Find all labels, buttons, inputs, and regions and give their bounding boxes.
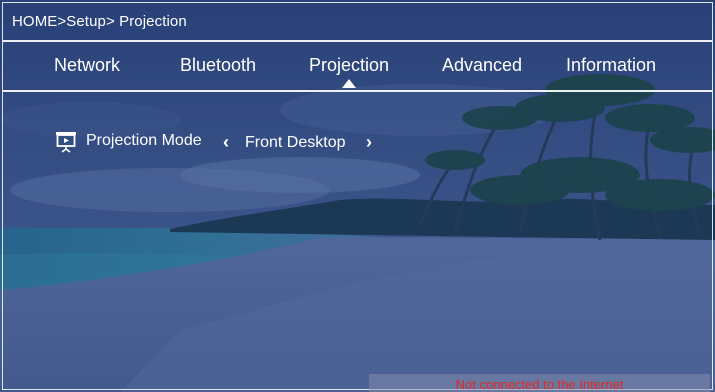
setting-value: Front Desktop	[245, 134, 346, 151]
network-status-text: Not connected to the Internet	[455, 377, 624, 392]
breadcrumb: HOME>Setup> Projection	[12, 13, 187, 30]
tab-bluetooth[interactable]: Bluetooth	[180, 55, 256, 76]
selected-tab-indicator-icon	[342, 79, 357, 88]
chevron-right-icon[interactable]: ›	[366, 132, 372, 153]
tab-network[interactable]: Network	[54, 55, 120, 76]
tabs-divider	[3, 90, 712, 92]
tab-label: Projection	[309, 55, 390, 75]
tab-information[interactable]: Information	[566, 55, 656, 76]
tab-label: Bluetooth	[180, 55, 257, 75]
tab-advanced[interactable]: Advanced	[442, 55, 522, 76]
setting-label: Projection Mode	[86, 132, 202, 149]
network-status-bar: Not connected to the Internet	[369, 374, 710, 392]
tab-label: Advanced	[442, 55, 523, 75]
chevron-left-icon[interactable]: ‹	[223, 132, 229, 153]
header-divider	[3, 40, 712, 42]
tab-label: Network	[54, 55, 121, 75]
tab-label: Information	[566, 55, 657, 75]
tab-projection[interactable]: Projection	[309, 55, 390, 88]
tab-bar: Network Bluetooth Projection Advanced In…	[0, 55, 715, 88]
projector-icon	[55, 131, 77, 153]
